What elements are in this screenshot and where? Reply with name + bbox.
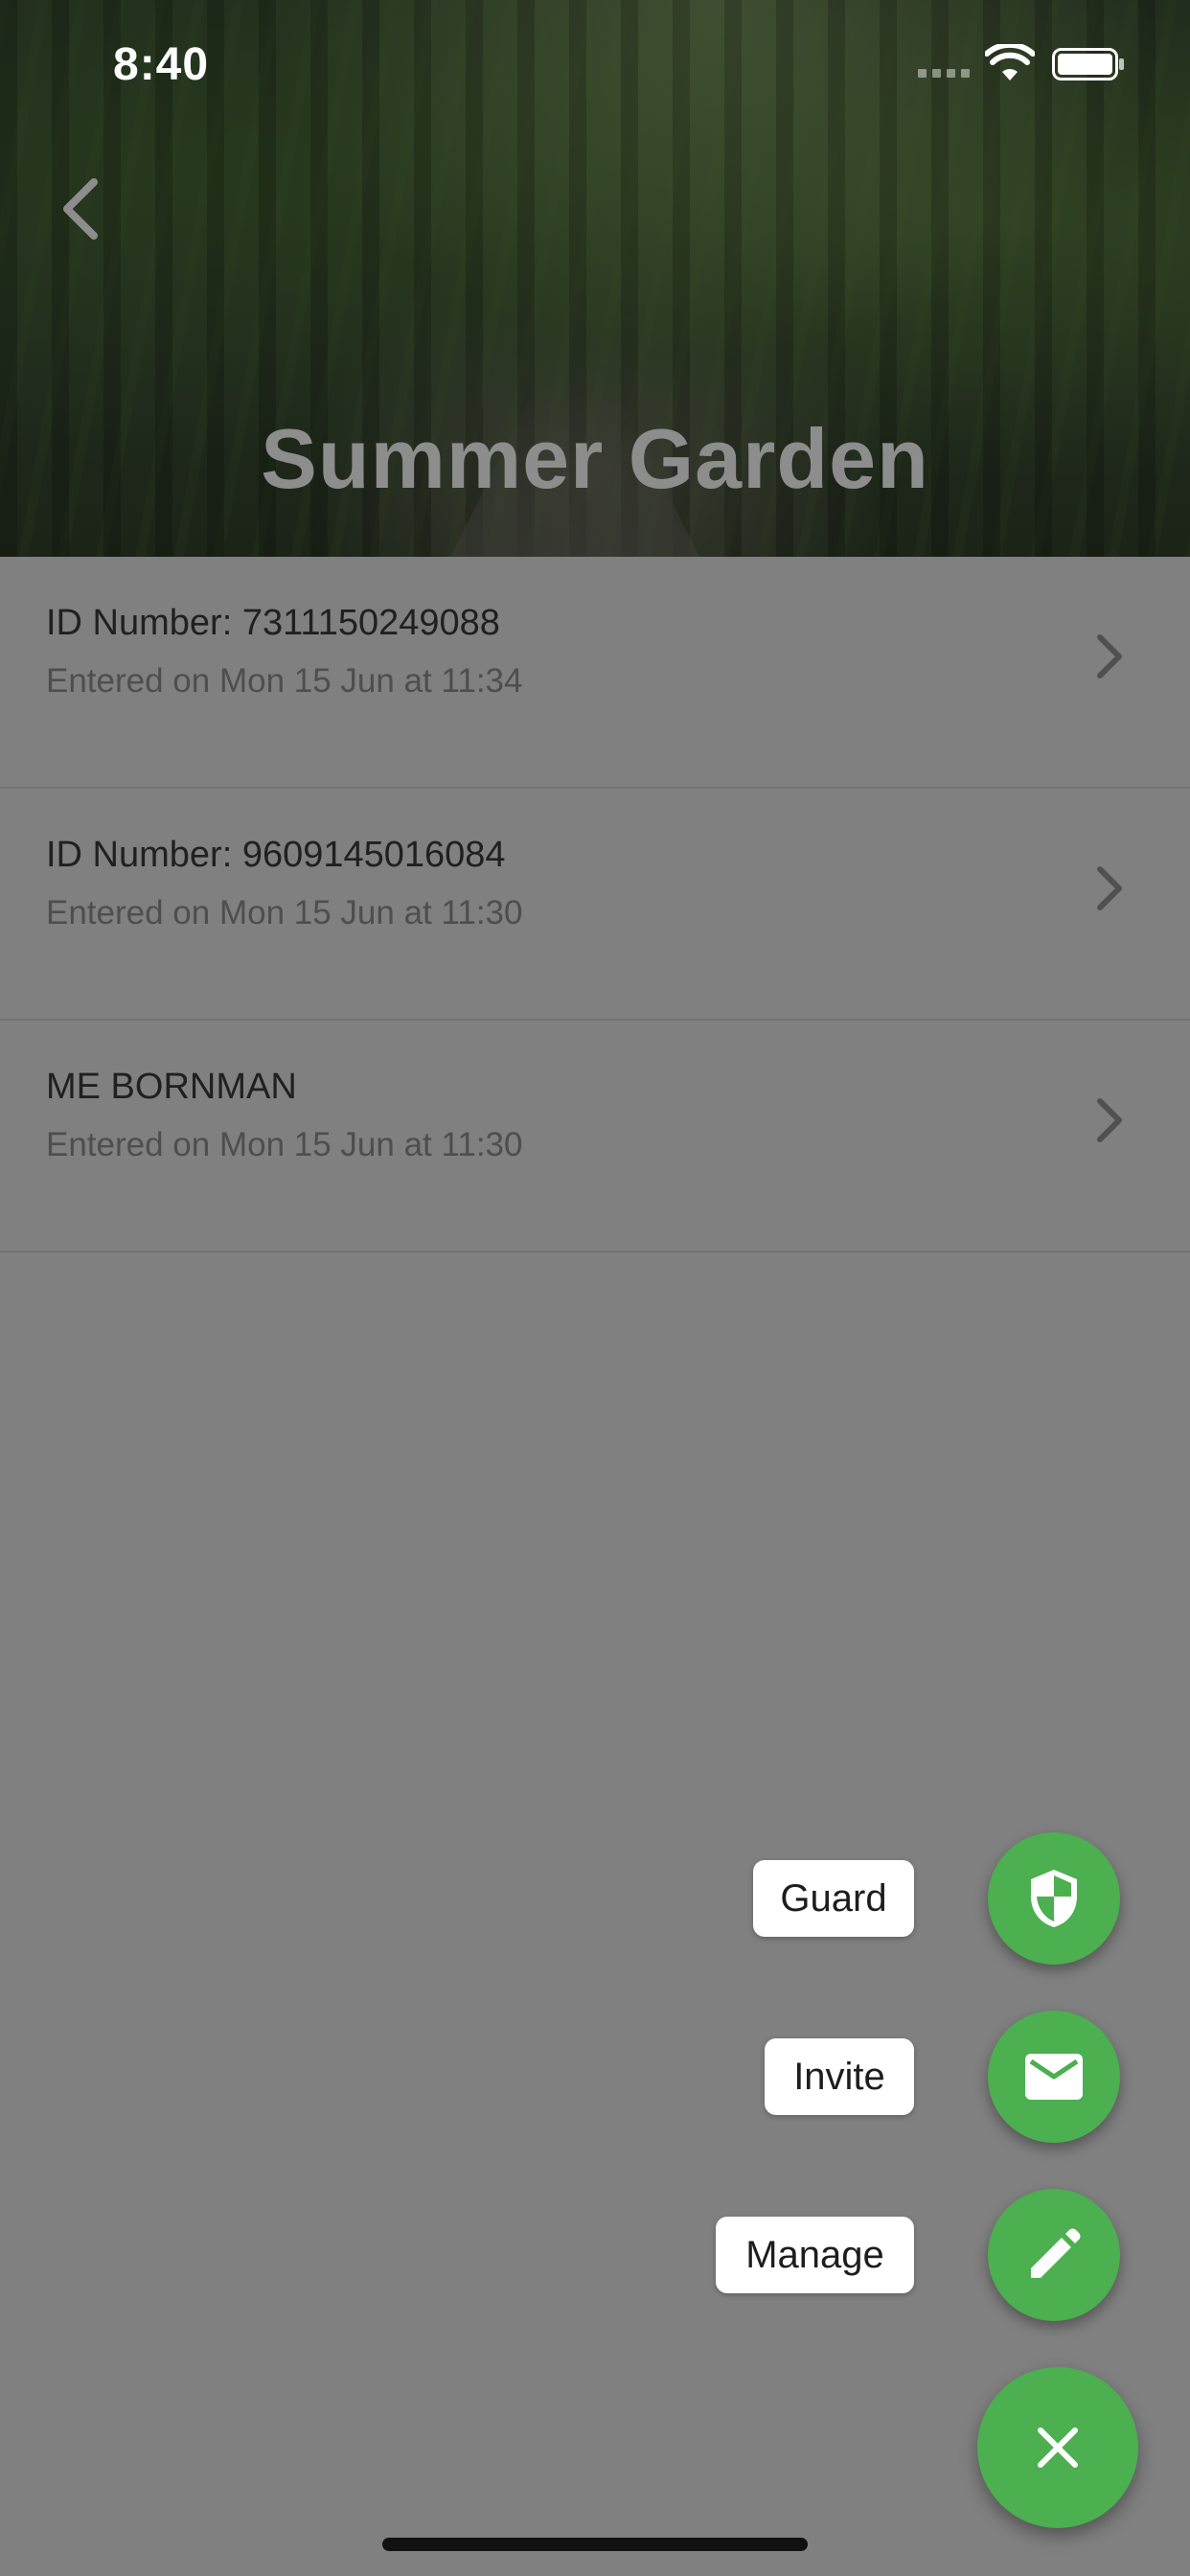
close-icon — [1038, 2427, 1078, 2468]
chevron-right-icon — [1097, 634, 1122, 678]
entry-timestamp: Entered on Mon 15 Jun at 11:30 — [46, 894, 523, 932]
back-chevron-icon[interactable] — [54, 171, 107, 247]
invite-button[interactable] — [988, 2011, 1120, 2143]
pencil-icon — [1031, 2228, 1081, 2278]
status-bar: 8:40 — [0, 0, 1190, 125]
close-fab-button[interactable] — [977, 2367, 1138, 2528]
cellular-signal-icon — [918, 69, 970, 78]
chevron-right-icon — [1097, 1098, 1122, 1142]
wifi-icon — [985, 44, 1035, 80]
entries-list: ID Number: 7311150249088 Entered on Mon … — [0, 557, 1190, 1253]
home-indicator[interactable] — [382, 2538, 808, 2551]
invite-label[interactable]: Invite — [765, 2038, 914, 2115]
guard-button[interactable] — [988, 1832, 1120, 1965]
entry-primary-text: ME BORNMAN — [46, 1067, 297, 1107]
manage-button[interactable] — [988, 2189, 1120, 2321]
entry-timestamp: Entered on Mon 15 Jun at 11:30 — [46, 1126, 523, 1163]
list-item[interactable]: ID Number: 7311150249088 Entered on Mon … — [0, 557, 1190, 789]
page-title: Summer Garden — [261, 411, 929, 506]
manage-label[interactable]: Manage — [716, 2217, 914, 2293]
battery-icon — [1052, 48, 1124, 80]
chevron-right-icon — [1097, 866, 1122, 910]
list-item[interactable]: ID Number: 9609145016084 Entered on Mon … — [0, 789, 1190, 1021]
entry-primary-text: ID Number: 9609145016084 — [46, 835, 506, 875]
entry-primary-text: ID Number: 7311150249088 — [46, 603, 500, 643]
guard-label[interactable]: Guard — [753, 1860, 914, 1937]
list-item[interactable]: ME BORNMAN Entered on Mon 15 Jun at 11:3… — [0, 1021, 1190, 1253]
shield-icon — [1031, 1870, 1077, 1927]
status-time: 8:40 — [113, 39, 210, 90]
mail-icon — [1025, 2054, 1083, 2100]
entry-timestamp: Entered on Mon 15 Jun at 11:34 — [46, 662, 523, 700]
